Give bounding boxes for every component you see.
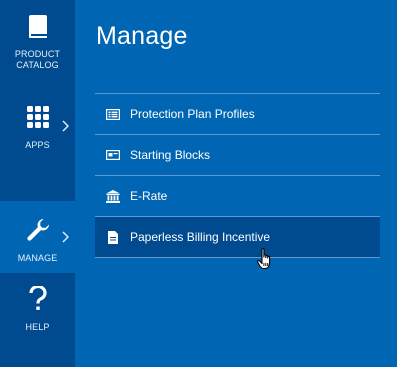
nav-rail: PRODUCT CATALOG APPS MANAGE HELP [0,0,75,367]
menu-item-paperless-billing-incentive[interactable]: Paperless Billing Incentive [95,217,380,258]
nav-item-manage[interactable]: MANAGE [0,201,75,273]
nav-item-help[interactable]: HELP [0,286,75,346]
nav-item-label: PRODUCT [14,49,61,59]
nav-item-product-catalog[interactable]: PRODUCT CATALOG [0,14,75,86]
nav-item-label: HELP [25,322,50,332]
list-icon [106,107,120,121]
manage-menu: Protection Plan Profiles Starting Blocks [95,93,380,258]
bank-icon [106,189,120,203]
nav-item-label: APPS [25,140,50,150]
grid-icon [26,106,49,128]
menu-item-e-rate[interactable]: E-Rate [95,176,380,217]
menu-item-label: Starting Blocks [130,148,211,162]
chevron-right-icon [62,120,70,134]
menu-item-protection-plan-profiles[interactable]: Protection Plan Profiles [95,94,380,135]
book-icon [28,15,47,38]
hand-cursor-icon [257,248,271,270]
nav-item-label: MANAGE [17,253,58,263]
question-icon [28,286,47,310]
manage-panel: Manage Protection Plan Profiles Starting… [75,0,397,367]
nav-item-label: CATALOG [16,60,59,70]
nav-item-apps[interactable]: APPS [0,106,75,166]
chevron-right-icon [62,231,70,245]
card-icon [106,148,120,162]
page-title: Manage [96,22,188,50]
menu-item-label: E-Rate [130,189,168,203]
document-icon [106,230,120,244]
wrench-icon [26,219,49,241]
menu-item-starting-blocks[interactable]: Starting Blocks [95,135,380,176]
menu-item-label: Protection Plan Profiles [130,107,255,121]
menu-item-label: Paperless Billing Incentive [130,230,271,244]
